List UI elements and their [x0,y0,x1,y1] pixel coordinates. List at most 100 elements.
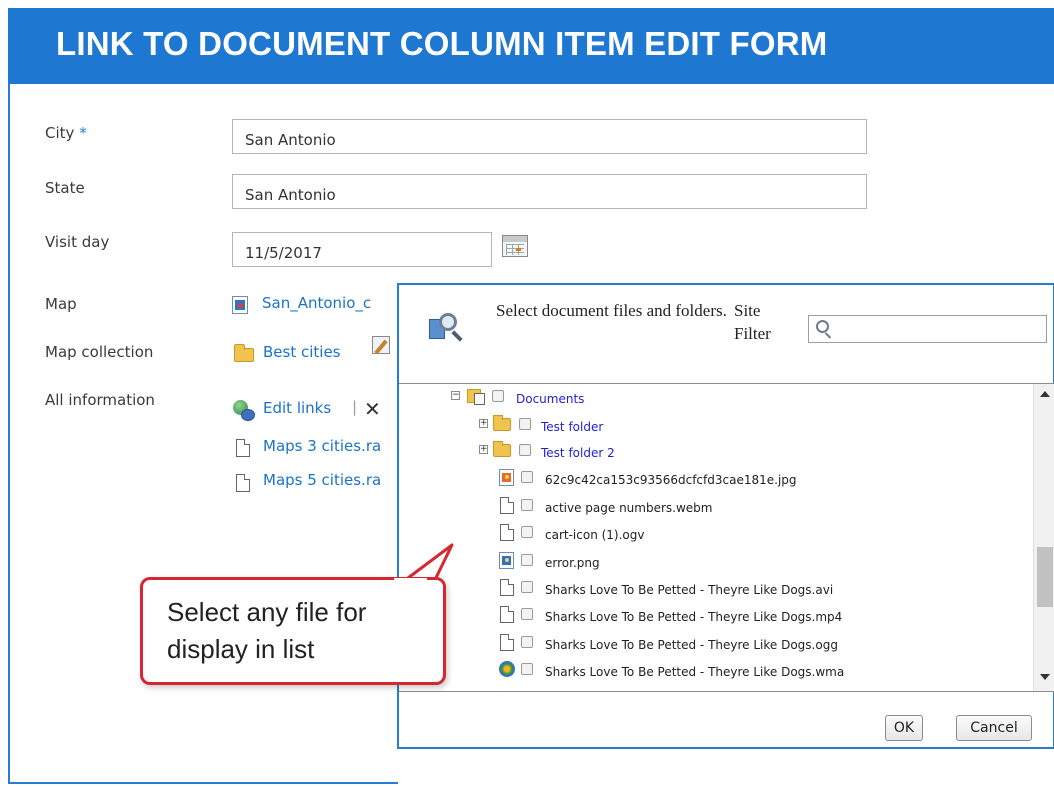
form-border-bottom [8,782,398,784]
city-input[interactable]: San Antonio [232,119,867,154]
file-icon [500,497,514,514]
select-documents-dialog: Select document files and folders. Site F… [397,283,1054,749]
document-tree: − Documents + Test folder + Test folder … [399,383,1054,692]
search-icon [816,320,829,333]
tree-item-file[interactable]: error.png [499,550,1019,574]
tree-item-label: Test folder 2 [541,446,615,460]
site-filter-label: Site Filter [734,301,771,343]
image-file-icon [499,552,514,569]
edit-icon[interactable] [372,336,390,354]
folder-icon [234,344,254,362]
document-search-icon [429,313,465,345]
all-information-label: All information [45,391,155,409]
instruction-callout: Select any file for display in list [140,577,446,685]
checkbox[interactable] [521,554,533,566]
tree-item-file[interactable]: Sharks Love To Be Petted - Theyre Like D… [499,604,1019,628]
tree-item-label: cart-icon (1).ogv [545,528,645,542]
required-mark: * [79,124,87,142]
edit-links-link[interactable]: Edit links [263,399,331,417]
tree-item-label: Sharks Love To Be Petted - Theyre Like D… [545,638,838,652]
tree-item-test-folder[interactable]: + Test folder [479,414,1019,438]
checkbox[interactable] [521,608,533,620]
tree-item-file[interactable]: Sharks Love To Be Petted - Theyre Like D… [499,632,1019,656]
edit-links-icon [233,400,255,421]
expand-icon[interactable]: + [479,419,488,428]
map-collection-link[interactable]: Best cities [263,343,341,361]
scrollbar-thumb[interactable] [1037,547,1053,607]
calendar-icon-today [516,248,521,251]
linked-file-1[interactable]: Maps 3 cities.ra [263,437,381,455]
tree-item-label: active page numbers.webm [545,501,713,515]
file-icon [500,606,514,623]
tree-item-label: Sharks Love To Be Petted - Theyre Like D… [545,583,834,597]
checkbox[interactable] [521,581,533,593]
file-icon [236,439,250,457]
callout-line-2: display in list [167,634,315,664]
tree-item-documents[interactable]: − Documents [451,388,1011,412]
checkbox[interactable] [521,526,533,538]
tree-item-file[interactable]: Sharks Love To Be Petted - Theyre Like D… [499,577,1019,601]
visit-day-label: Visit day [45,233,110,251]
map-collection-label: Map collection [45,343,154,361]
tree-item-file[interactable]: cart-icon (1).ogv [499,522,1019,546]
collapse-icon[interactable]: − [451,391,460,400]
ok-button[interactable]: OK [885,715,923,741]
document-search-icon-lens [439,313,457,331]
site-filter-input[interactable] [808,315,1047,343]
visit-day-value: 11/5/2017 [245,244,322,262]
checkbox[interactable] [521,471,533,483]
linked-file-2[interactable]: Maps 5 cities.ra [263,471,381,489]
file-icon [500,579,514,596]
tree-item-file[interactable]: Sharks Love To Be Petted - Theyre Like D… [499,659,1019,683]
state-input[interactable]: San Antonio [232,174,867,209]
checkbox[interactable] [519,418,531,430]
tree-item-test-folder-2[interactable]: + Test folder 2 [479,440,1019,464]
tree-item-file[interactable]: 62c9c42ca153c93566dcfcfd3cae181e.jpg [499,467,1019,491]
library-page-shape [474,393,485,405]
page-title: LINK TO DOCUMENT COLUMN ITEM EDIT FORM [8,8,1054,84]
folder-icon [493,415,511,431]
links-separator: | [352,398,358,416]
file-icon [500,524,514,541]
tree-item-label: Documents [516,392,585,406]
image-file-icon [499,469,514,486]
city-label-text: City [45,124,75,142]
calendar-icon[interactable] [502,235,528,257]
city-label: City * [45,124,87,142]
state-input-value: San Antonio [245,186,336,204]
visit-day-input[interactable]: 11/5/2017 [232,232,492,267]
folder-icon [493,441,511,457]
tree-item-file[interactable]: active page numbers.webm [499,495,1019,519]
remove-links-icon[interactable]: ✕ [364,399,381,419]
dialog-title: Select document files and folders. [496,301,727,320]
tree-item-label: Sharks Love To Be Petted - Theyre Like D… [545,665,845,679]
checkbox[interactable] [521,663,533,675]
map-label: Map [45,295,77,313]
city-input-value: San Antonio [245,131,336,149]
file-icon [236,474,250,492]
tree-scrollbar[interactable] [1033,384,1054,691]
expand-icon[interactable]: + [479,445,488,454]
tree-item-label: Sharks Love To Be Petted - Theyre Like D… [545,610,843,624]
image-file-icon [232,296,248,314]
document-search-icon-handle [451,330,463,342]
checkbox[interactable] [521,499,533,511]
checkbox[interactable] [521,636,533,648]
map-link[interactable]: San_Antonio_c [262,294,371,312]
scroll-up-icon[interactable] [1040,391,1050,397]
checkbox[interactable] [519,444,531,456]
tree-item-label: error.png [545,556,600,570]
tree-item-label: Test folder [541,420,604,434]
file-icon [500,634,514,651]
calendar-icon-grid [506,244,524,255]
checkbox[interactable] [492,390,504,402]
calendar-icon-header [503,236,527,242]
cancel-button[interactable]: Cancel [956,715,1032,741]
callout-line-1: Select any file for [167,597,367,627]
media-file-icon [499,661,515,677]
form-border-left [8,84,10,784]
tree-item-label: 62c9c42ca153c93566dcfcfd3cae181e.jpg [545,473,797,487]
search-icon-handle [824,332,832,339]
scroll-down-icon[interactable] [1040,674,1050,680]
document-library-icon [467,387,489,405]
